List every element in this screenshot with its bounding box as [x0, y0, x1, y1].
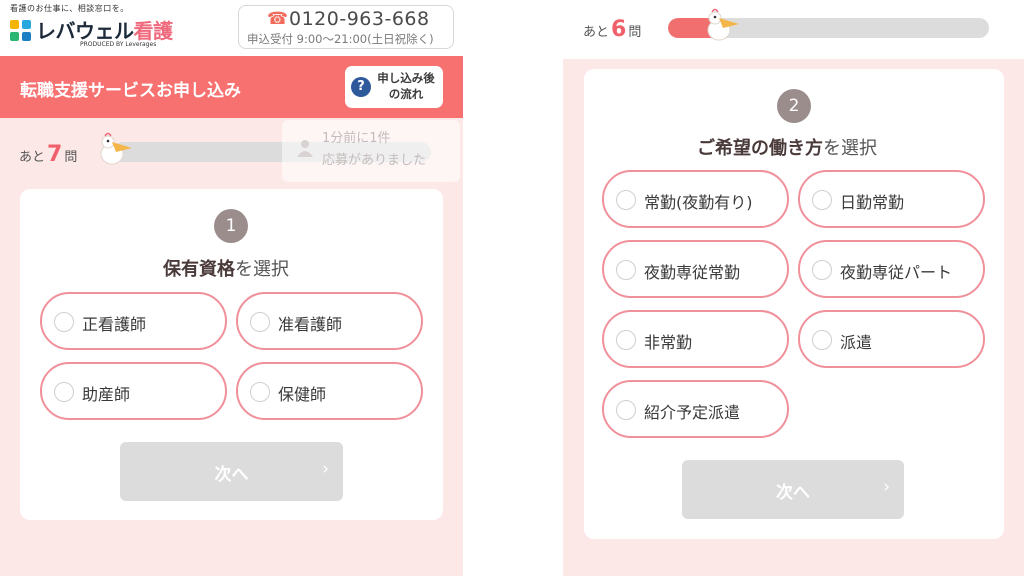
radio-button[interactable] — [616, 330, 636, 350]
pelican-mascot-icon — [100, 132, 132, 165]
radio-button[interactable] — [54, 382, 74, 402]
option-night-only-parttime[interactable]: 夜勤専従パート — [798, 240, 985, 298]
remaining-questions: あと7 問 — [19, 142, 78, 167]
step-badge: 1 — [214, 209, 248, 243]
flow-button-label: 申し込み後の流れ — [377, 71, 435, 101]
form-title-bar: 転職支援サービスお申し込み ? 申し込み後の流れ — [0, 56, 463, 118]
phone-icon: ☎ — [267, 9, 289, 29]
progress-header: あと6 問 — [563, 0, 1024, 59]
toast-text: 1分前に1件 応募がありました — [322, 131, 427, 168]
step-badge: 2 — [777, 89, 811, 123]
remaining-questions: あと6 問 — [583, 17, 642, 42]
question-card: 1 保有資格を選択 正看護師 准看護師 助産師 保健師 次へ › — [20, 189, 443, 520]
option-parttime[interactable]: 非常勤 — [602, 310, 789, 368]
chevron-right-icon: › — [883, 477, 890, 497]
question-title: ご希望の働き方を選択 — [697, 138, 877, 159]
phone-contact[interactable]: ☎ 0120-963-668 申込受付 9:00〜21:00(土日祝除く) — [238, 5, 454, 49]
logo-tagline: 看護のお仕事に、相談窓口を。 — [10, 4, 129, 13]
chevron-right-icon: › — [322, 459, 329, 479]
phone-number[interactable]: 0120-963-668 — [289, 8, 430, 30]
question-card: 2 ご希望の働き方を選択 常勤(夜勤有り) 日勤常勤 夜勤専従常勤 夜勤専従パー… — [584, 69, 1004, 539]
logo-text[interactable]: レバウェル看護 — [36, 15, 173, 44]
radio-button[interactable] — [812, 260, 832, 280]
radio-button[interactable] — [616, 400, 636, 420]
option-registered-nurse[interactable]: 正看護師 — [40, 292, 227, 350]
option-midwife[interactable]: 助産師 — [40, 362, 227, 420]
option-public-health-nurse[interactable]: 保健師 — [236, 362, 423, 420]
radio-button[interactable] — [616, 190, 636, 210]
question-icon: ? — [351, 77, 371, 97]
option-night-only-fulltime[interactable]: 夜勤専従常勤 — [602, 240, 789, 298]
pelican-mascot-icon — [707, 8, 739, 41]
next-button[interactable]: 次へ › — [120, 442, 343, 501]
radio-button[interactable] — [812, 330, 832, 350]
logo-subtitle: PRODUCED BY Leverages — [80, 41, 157, 48]
next-button[interactable]: 次へ › — [682, 460, 904, 519]
screenshot-composite: 看護のお仕事に、相談窓口を。 レバウェル看護 PRODUCED BY Lever… — [0, 0, 1024, 576]
radio-button[interactable] — [250, 382, 270, 402]
radio-button[interactable] — [812, 190, 832, 210]
option-temp-to-hire[interactable]: 紹介予定派遣 — [602, 380, 789, 438]
left-screen: 看護のお仕事に、相談窓口を。 レバウェル看護 PRODUCED BY Lever… — [0, 0, 463, 576]
logo-icon[interactable] — [10, 20, 32, 42]
form-title: 転職支援サービスお申し込み — [20, 81, 241, 101]
right-screen: あと6 問 2 ご希望の働き方を選択 常勤(夜勤有り) 日勤常勤 夜勤専従常勤 … — [563, 0, 1024, 576]
radio-button[interactable] — [616, 260, 636, 280]
option-fulltime-with-night[interactable]: 常勤(夜勤有り) — [602, 170, 789, 228]
option-assistant-nurse[interactable]: 准看護師 — [236, 292, 423, 350]
question-title: 保有資格を選択 — [163, 259, 289, 280]
radio-button[interactable] — [250, 312, 270, 332]
option-dispatch[interactable]: 派遣 — [798, 310, 985, 368]
option-day-fulltime[interactable]: 日勤常勤 — [798, 170, 985, 228]
application-flow-button[interactable]: ? 申し込み後の流れ — [345, 66, 443, 108]
radio-button[interactable] — [54, 312, 74, 332]
recent-application-toast: 1分前に1件 応募がありました — [282, 120, 460, 182]
phone-hours: 申込受付 9:00〜21:00(土日祝除く) — [247, 32, 434, 46]
person-icon — [297, 140, 313, 157]
site-header: 看護のお仕事に、相談窓口を。 レバウェル看護 PRODUCED BY Lever… — [0, 0, 463, 56]
